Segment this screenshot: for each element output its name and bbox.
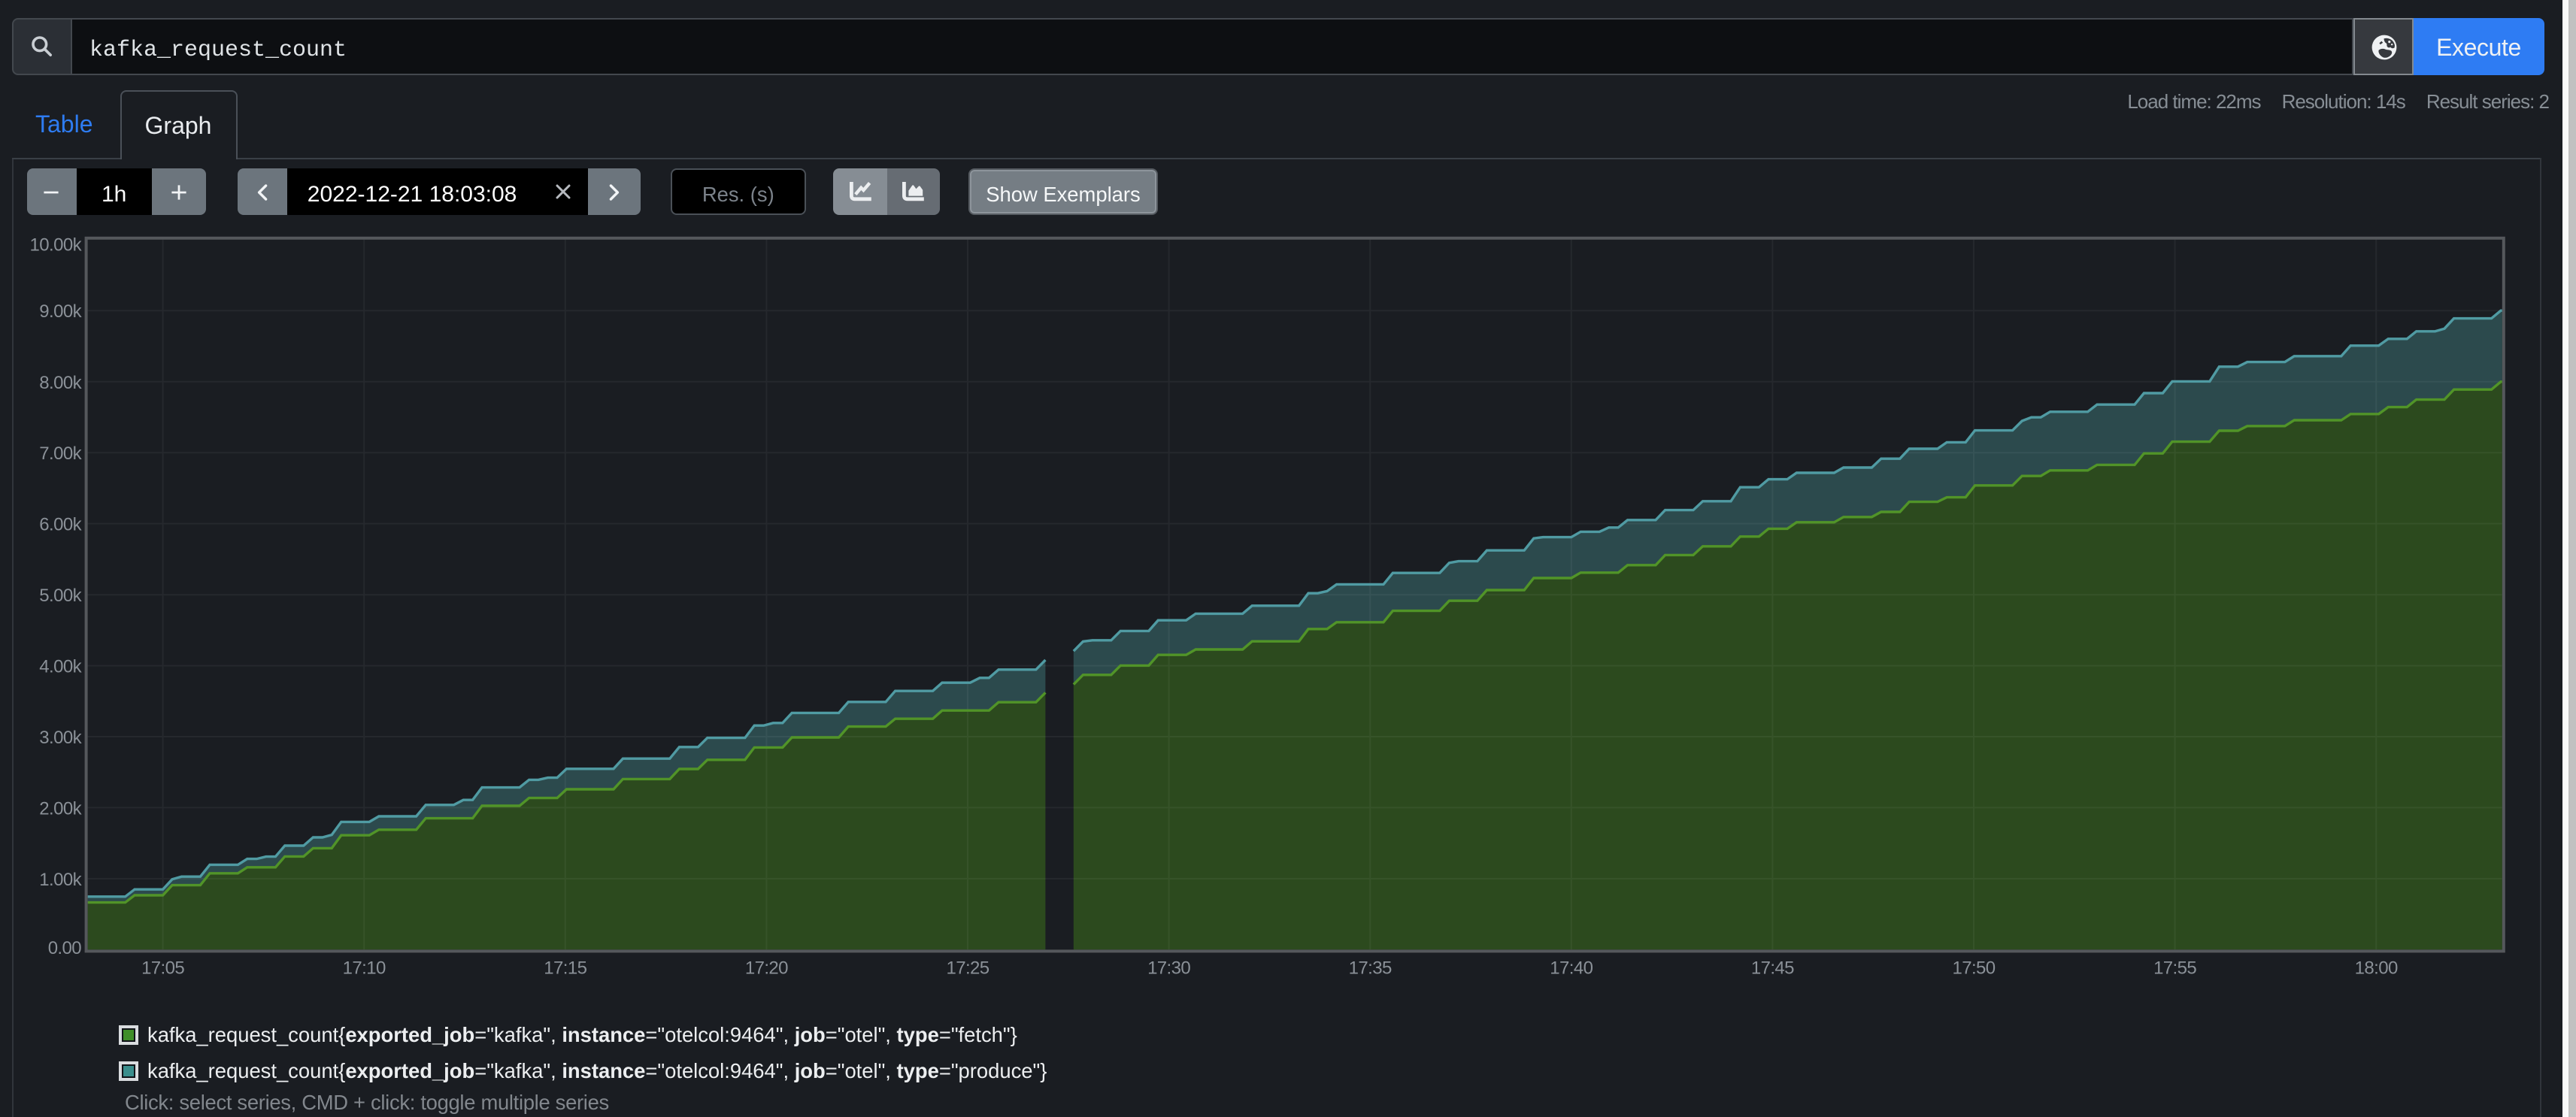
svg-text:10.00k: 10.00k [30, 235, 83, 256]
svg-text:6.00k: 6.00k [39, 515, 82, 535]
svg-text:17:40: 17:40 [1550, 958, 1593, 978]
svg-text:2.00k: 2.00k [39, 798, 82, 819]
svg-text:17:45: 17:45 [1751, 958, 1794, 978]
svg-text:5.00k: 5.00k [39, 586, 82, 606]
svg-text:17:50: 17:50 [1952, 958, 1995, 978]
svg-text:3.00k: 3.00k [39, 728, 82, 748]
svg-text:17:25: 17:25 [946, 958, 989, 978]
svg-text:18:00: 18:00 [2355, 958, 2398, 978]
svg-text:4.00k: 4.00k [39, 657, 82, 677]
svg-text:9.00k: 9.00k [39, 301, 82, 322]
svg-text:17:10: 17:10 [343, 958, 386, 978]
svg-text:7.00k: 7.00k [39, 443, 82, 464]
svg-text:1.00k: 1.00k [39, 870, 82, 890]
svg-text:8.00k: 8.00k [39, 373, 82, 393]
svg-text:17:20: 17:20 [745, 958, 788, 978]
svg-text:17:15: 17:15 [544, 958, 586, 978]
svg-text:17:35: 17:35 [1349, 958, 1392, 978]
svg-text:17:05: 17:05 [141, 958, 184, 978]
svg-text:17:30: 17:30 [1147, 958, 1190, 978]
svg-text:17:55: 17:55 [2153, 958, 2196, 978]
svg-text:0.00: 0.00 [48, 938, 82, 958]
